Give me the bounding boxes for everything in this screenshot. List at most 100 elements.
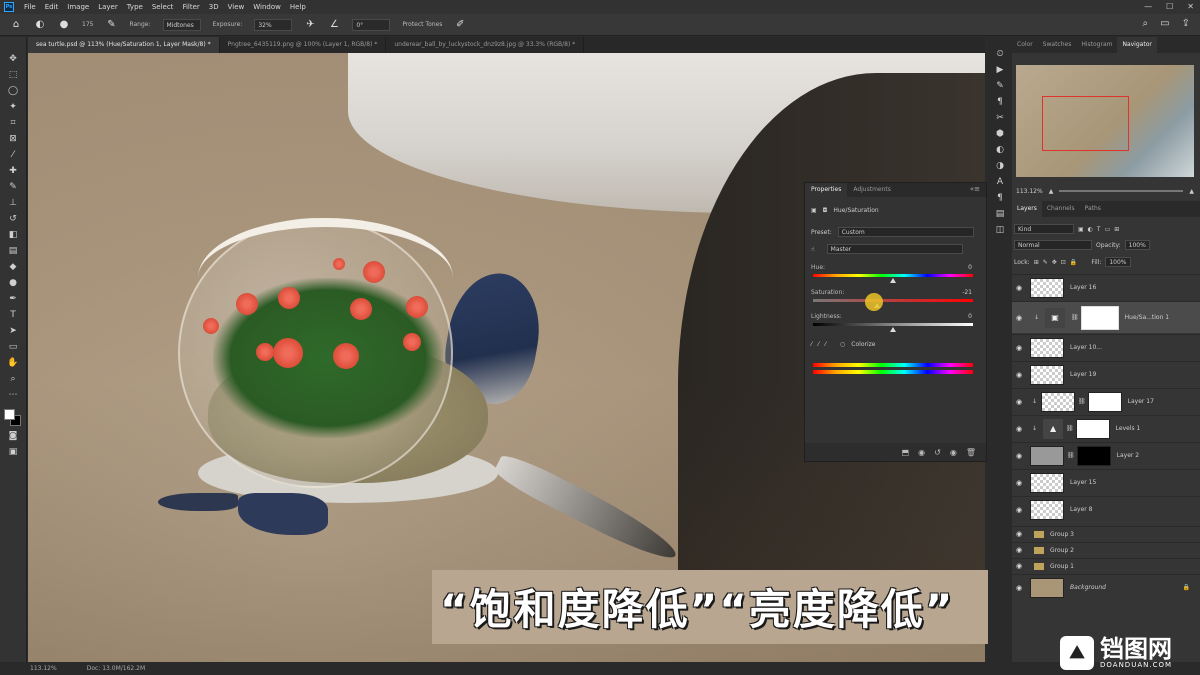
visibility-eye-icon[interactable]: ◉ bbox=[1012, 425, 1026, 433]
doc-tab-pngtree[interactable]: Pngtree_6435119.png @ 100% (Layer 1, RGB… bbox=[220, 37, 387, 53]
link-icon[interactable]: ⛓ bbox=[1078, 398, 1086, 405]
eyedropper-tool-icon[interactable]: ⁄ bbox=[6, 149, 20, 162]
home-icon[interactable]: ⌂ bbox=[10, 19, 22, 31]
quick-select-tool-icon[interactable]: ✦ bbox=[6, 101, 20, 114]
layer-row-selected[interactable]: ◉ ↓ ▣ ⛓ Hue/Sa...tion 1 bbox=[1012, 301, 1200, 333]
saturation-value[interactable]: -21 bbox=[962, 289, 972, 296]
group-name[interactable]: Group 1 bbox=[1050, 563, 1074, 570]
filter-shape-icon[interactable]: ▭ bbox=[1105, 226, 1111, 233]
targeted-adjust-hand-icon[interactable]: ☝ bbox=[811, 246, 815, 253]
paragraph-icon[interactable]: ¶ bbox=[997, 97, 1003, 107]
link-icon[interactable]: ⛓ bbox=[1071, 314, 1079, 321]
visibility-eye-icon[interactable]: ◉ bbox=[1012, 314, 1026, 322]
layer-name[interactable]: Layer 10... bbox=[1070, 344, 1102, 351]
menu-file[interactable]: File bbox=[24, 3, 36, 11]
layer-row[interactable]: ◉ Layer 10... bbox=[1012, 334, 1200, 360]
share-icon[interactable]: ⇪ bbox=[1182, 18, 1190, 29]
colorize-checkbox[interactable]: ○ bbox=[840, 341, 845, 348]
marquee-tool-icon[interactable]: ⬚ bbox=[6, 69, 20, 82]
menu-help[interactable]: Help bbox=[290, 3, 306, 11]
eyedropper-icon[interactable]: ⁄ bbox=[811, 341, 812, 348]
brush-settings-icon[interactable]: ✎ bbox=[996, 81, 1004, 91]
zoom-out-icon[interactable]: ▲ bbox=[1049, 188, 1054, 195]
layer-name[interactable]: Levels 1 bbox=[1116, 425, 1141, 432]
screen-mode-icon[interactable]: ▣ bbox=[6, 446, 20, 459]
layer-name[interactable]: Background bbox=[1070, 584, 1106, 591]
visibility-eye-icon[interactable]: ◉ bbox=[1012, 344, 1026, 352]
stamp-tool-icon[interactable]: ⊥ bbox=[6, 197, 20, 210]
tools-icon[interactable]: ✂ bbox=[996, 113, 1004, 123]
visibility-eye-icon[interactable]: ◉ bbox=[1012, 546, 1026, 554]
layer-row[interactable]: ◉ Layer 8 bbox=[1012, 496, 1200, 522]
visibility-eye-icon[interactable]: ◉ bbox=[1012, 452, 1026, 460]
tab-paths[interactable]: Paths bbox=[1080, 201, 1106, 217]
lock-paint-icon[interactable]: ✎ bbox=[1043, 259, 1048, 266]
layer-row[interactable]: ◉ ⛓ Layer 2 bbox=[1012, 442, 1200, 468]
pen-tool-icon[interactable]: ✒ bbox=[6, 293, 20, 306]
saturation-slider[interactable] bbox=[813, 299, 973, 302]
panel-collapse-icon[interactable]: «≡ bbox=[970, 185, 980, 193]
visibility-eye-icon[interactable]: ◉ bbox=[1012, 562, 1026, 570]
move-tool-icon[interactable]: ✥ bbox=[6, 53, 20, 66]
navigator-view-box[interactable] bbox=[1042, 96, 1129, 151]
shape-tool-icon[interactable]: ▭ bbox=[6, 341, 20, 354]
3d-icon[interactable]: ⬢ bbox=[996, 129, 1004, 139]
opacity-field[interactable]: 100% bbox=[1124, 240, 1150, 250]
play-actions-icon[interactable]: ▶ bbox=[997, 65, 1004, 75]
visibility-eye-icon[interactable]: ◉ bbox=[1012, 506, 1026, 514]
lock-all-icon[interactable]: 🔒 bbox=[1070, 259, 1077, 266]
eyedropper-plus-icon[interactable]: ⁄ bbox=[818, 341, 819, 348]
tab-adjustments[interactable]: Adjustments bbox=[847, 183, 897, 197]
quick-mask-icon[interactable]: ◙ bbox=[6, 430, 20, 443]
layer-name[interactable]: Layer 17 bbox=[1128, 398, 1154, 405]
fill-field[interactable]: 100% bbox=[1105, 257, 1131, 267]
visibility-eye-icon[interactable]: ◉ bbox=[1012, 530, 1026, 538]
type-tool-icon[interactable]: T bbox=[6, 309, 20, 322]
menu-view[interactable]: View bbox=[228, 3, 245, 11]
filter-pixel-icon[interactable]: ▣ bbox=[1078, 226, 1084, 233]
menu-filter[interactable]: Filter bbox=[182, 3, 199, 11]
layer-name[interactable]: Layer 8 bbox=[1070, 506, 1092, 513]
layer-row[interactable]: ◉ ↓ ▲ ⛓ Levels 1 bbox=[1012, 415, 1200, 441]
menu-type[interactable]: Type bbox=[127, 3, 143, 11]
link-icon[interactable]: ⛓ bbox=[1067, 452, 1075, 459]
tab-histogram[interactable]: Histogram bbox=[1076, 37, 1117, 53]
preset-select[interactable]: Custom bbox=[837, 227, 974, 237]
layers-icon[interactable]: ◫ bbox=[996, 225, 1005, 235]
character-icon[interactable]: A bbox=[997, 177, 1003, 187]
blur-tool-icon[interactable]: ◆ bbox=[6, 261, 20, 274]
brush-tool-icon[interactable]: ✎ bbox=[6, 181, 20, 194]
tab-color[interactable]: Color bbox=[1012, 37, 1038, 53]
layer-name[interactable]: Hue/Sa...tion 1 bbox=[1125, 314, 1169, 321]
layer-row[interactable]: ◉ Layer 19 bbox=[1012, 361, 1200, 387]
menu-3d[interactable]: 3D bbox=[209, 3, 219, 11]
angle-field[interactable]: 0° bbox=[352, 18, 391, 31]
group-row[interactable]: ◉ Group 1 bbox=[1012, 558, 1200, 573]
visibility-eye-icon[interactable]: ◉ bbox=[1012, 584, 1026, 592]
visibility-icon[interactable]: ◉ bbox=[950, 448, 957, 457]
lasso-tool-icon[interactable]: ◯ bbox=[6, 85, 20, 98]
zoom-tool-icon[interactable]: ⌕ bbox=[6, 373, 20, 386]
layer-kind-select[interactable]: Kind bbox=[1014, 224, 1074, 234]
lock-pixels-icon[interactable]: ⊞ bbox=[1034, 259, 1039, 266]
menu-edit[interactable]: Edit bbox=[45, 3, 59, 11]
search-icon[interactable]: ⌕ bbox=[1143, 18, 1149, 29]
layer-row[interactable]: ◉ ↓ ⛓ Layer 17 bbox=[1012, 388, 1200, 414]
lightness-value[interactable]: 0 bbox=[968, 313, 972, 320]
channel-select[interactable]: Master bbox=[826, 244, 963, 254]
layer-row[interactable]: ◉ Layer 16 bbox=[1012, 274, 1200, 300]
foreground-color-swatch[interactable] bbox=[4, 409, 15, 420]
zoom-slider[interactable] bbox=[1059, 190, 1184, 192]
tab-navigator[interactable]: Navigator bbox=[1117, 37, 1157, 53]
color-swatches[interactable] bbox=[4, 409, 22, 427]
tab-swatches[interactable]: Swatches bbox=[1038, 37, 1077, 53]
lock-icon[interactable]: 🔒 bbox=[1183, 584, 1190, 591]
lock-position-icon[interactable]: ✥ bbox=[1052, 259, 1057, 266]
path-select-tool-icon[interactable]: ➤ bbox=[6, 325, 20, 338]
mask-icon[interactable]: ◘ bbox=[823, 207, 828, 214]
tab-channels[interactable]: Channels bbox=[1042, 201, 1080, 217]
clip-to-layer-icon[interactable]: ⬒ bbox=[902, 448, 910, 457]
layer-mask-thumbnail[interactable] bbox=[1075, 418, 1110, 439]
range-select[interactable]: Midtones bbox=[162, 18, 201, 31]
group-name[interactable]: Group 2 bbox=[1050, 547, 1074, 554]
